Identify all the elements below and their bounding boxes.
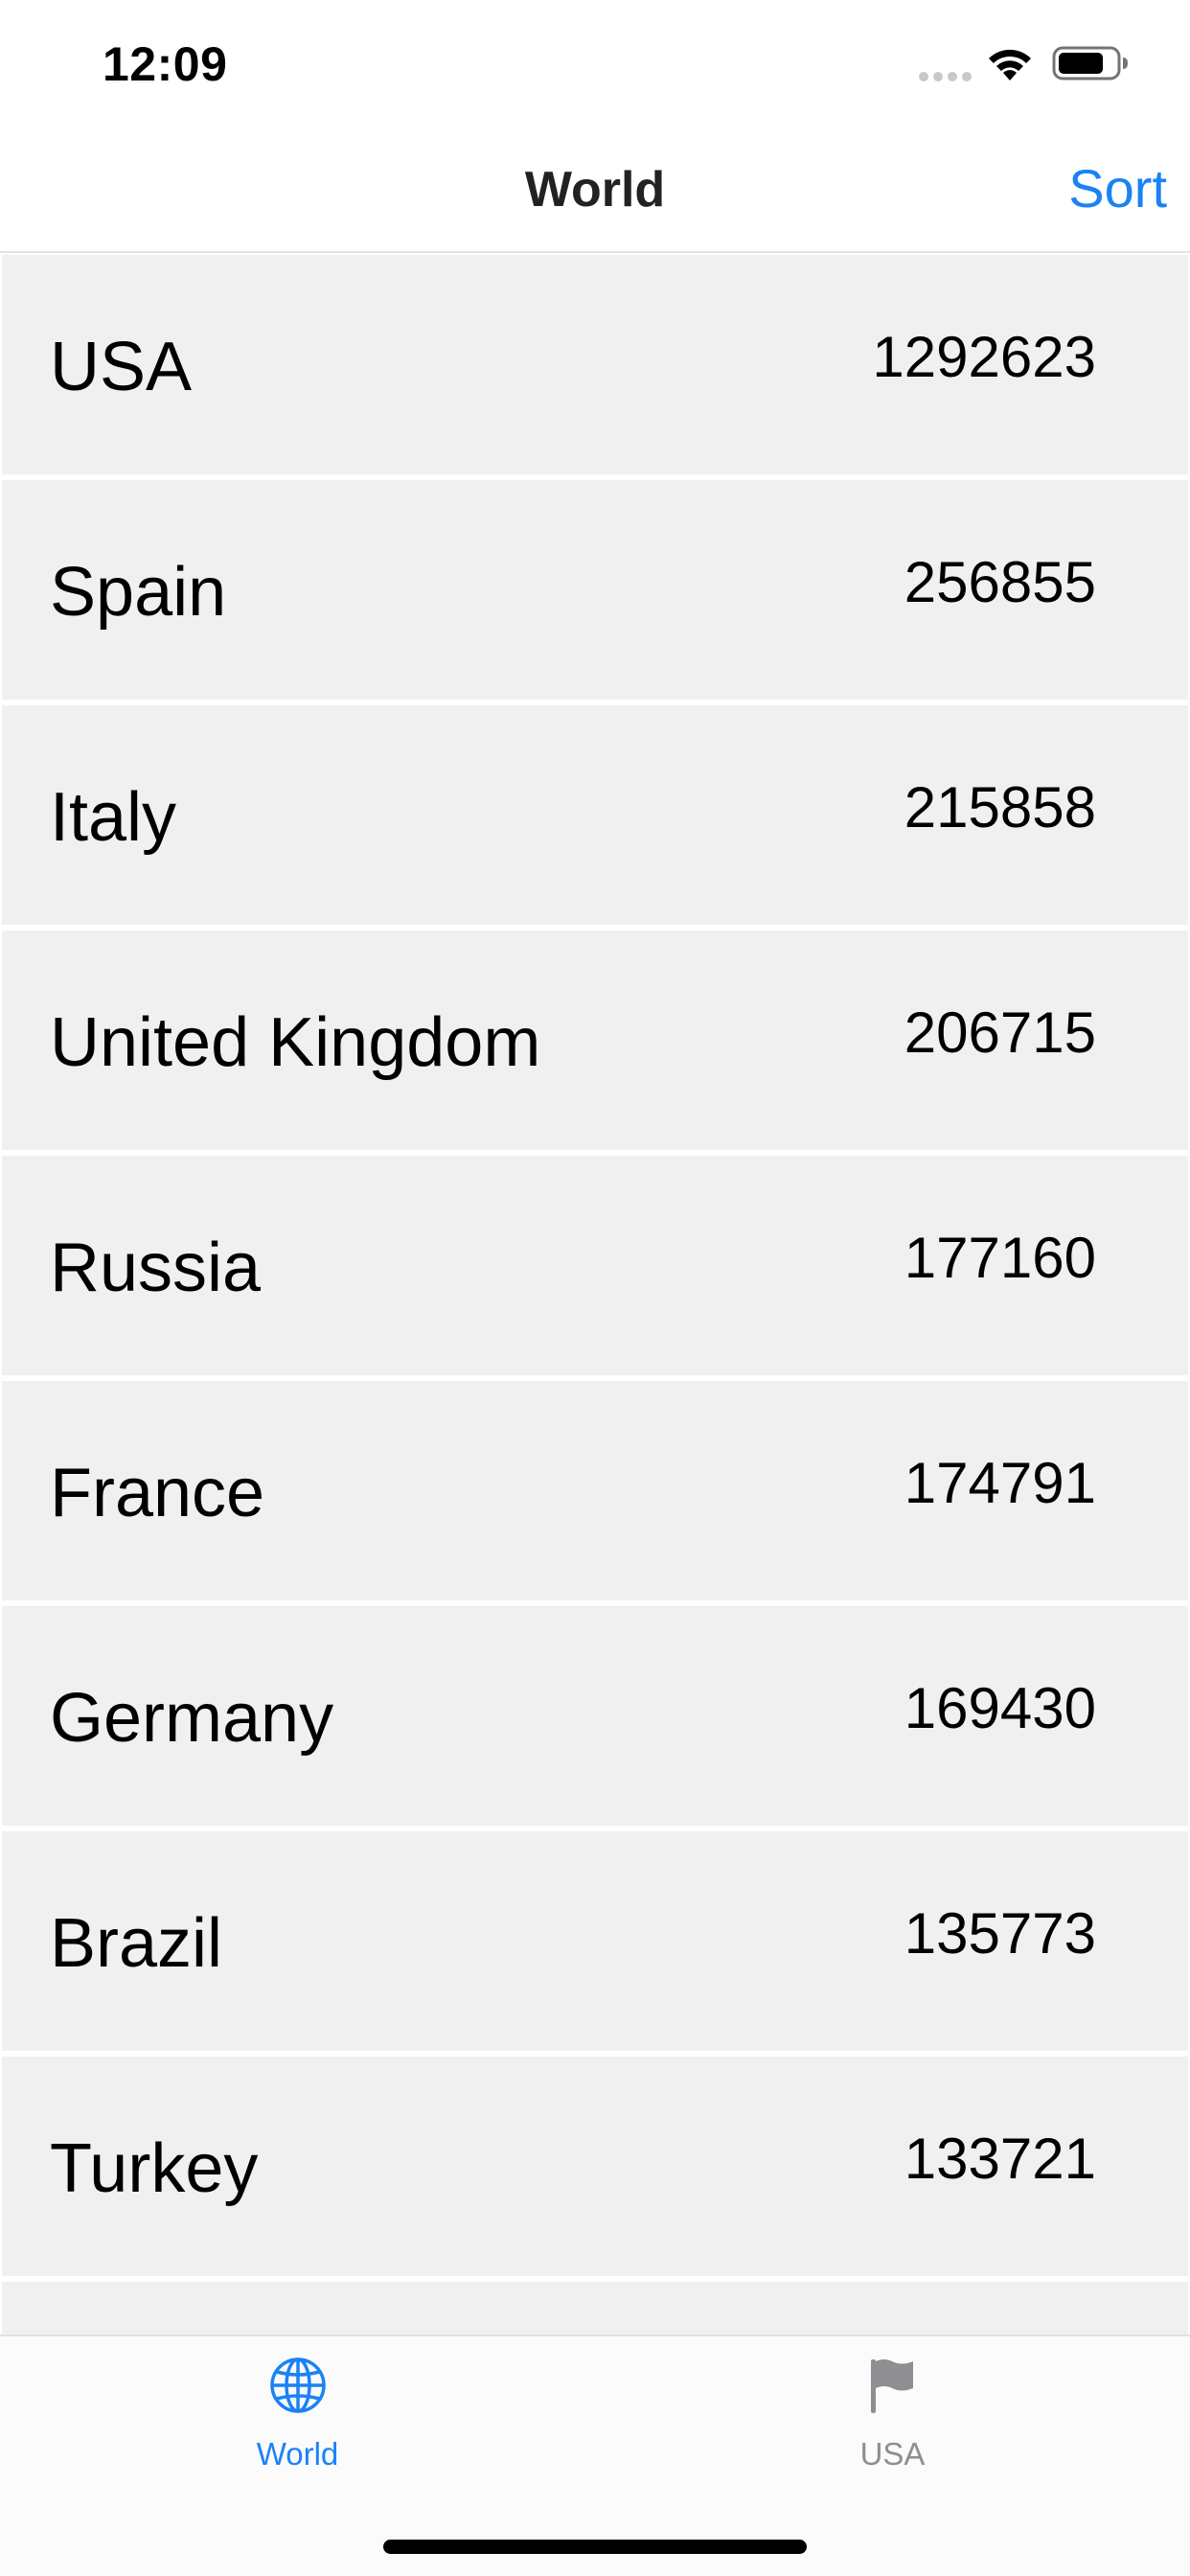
home-indicator[interactable] — [383, 2540, 807, 2554]
country-name: United Kingdom — [50, 1004, 541, 1081]
list-item[interactable]: France 174791 — [2, 1381, 1188, 1600]
tab-world[interactable]: World — [0, 2336, 595, 2509]
tab-world-label: World — [256, 2436, 339, 2472]
list-item[interactable]: United Kingdom 206715 — [2, 931, 1188, 1150]
tab-usa[interactable]: USA — [595, 2336, 1190, 2509]
case-count: 1292623 — [872, 325, 1096, 389]
flag-icon — [871, 2359, 913, 2413]
list-item[interactable]: Germany 169430 — [2, 1606, 1188, 1826]
country-name: France — [50, 1455, 265, 1531]
page-title: World — [524, 162, 666, 218]
country-name: Italy — [50, 779, 177, 856]
list-item[interactable]: Brazil 135773 — [2, 1831, 1188, 2051]
tab-usa-label: USA — [859, 2436, 926, 2472]
case-count: 135773 — [904, 1901, 1096, 1966]
case-count: 206715 — [904, 1000, 1096, 1065]
case-count: 177160 — [904, 1226, 1096, 1290]
country-name: Spain — [50, 554, 227, 631]
tab-bar: World USA — [0, 2334, 1190, 2576]
list-item[interactable]: Italy 215858 — [2, 705, 1188, 925]
case-count: 133721 — [904, 2127, 1096, 2191]
sort-button[interactable]: Sort — [1068, 157, 1167, 219]
country-name: USA — [50, 329, 193, 405]
list-item[interactable]: Russia 177160 — [2, 1156, 1188, 1375]
list-item[interactable]: Spain 256855 — [2, 480, 1188, 700]
country-name: Turkey — [50, 2130, 259, 2207]
case-count: 256855 — [904, 550, 1096, 614]
list-item[interactable] — [2, 2282, 1188, 2334]
case-count: 174791 — [904, 1451, 1096, 1515]
list-item[interactable]: Turkey 133721 — [2, 2057, 1188, 2276]
country-name: Brazil — [50, 1905, 223, 1982]
country-name: Germany — [50, 1680, 334, 1757]
navigation-bar: World Sort — [0, 126, 1190, 253]
globe-icon — [270, 2358, 326, 2413]
case-count: 169430 — [904, 1676, 1096, 1740]
wifi-icon — [989, 49, 1031, 80]
status-bar: 12:09 — [0, 0, 1190, 126]
battery-icon — [1052, 46, 1128, 80]
status-time: 12:09 — [103, 37, 228, 91]
country-list[interactable]: USA 1292623 Spain 256855 Italy 215858 Un… — [0, 255, 1190, 2334]
signal-dots-icon — [919, 72, 972, 81]
country-name: Russia — [50, 1230, 262, 1306]
screen: 12:09 World Sort USA 1292623 Spain 25685… — [0, 0, 1190, 2576]
case-count: 215858 — [904, 775, 1096, 840]
list-item[interactable]: USA 1292623 — [2, 255, 1188, 474]
